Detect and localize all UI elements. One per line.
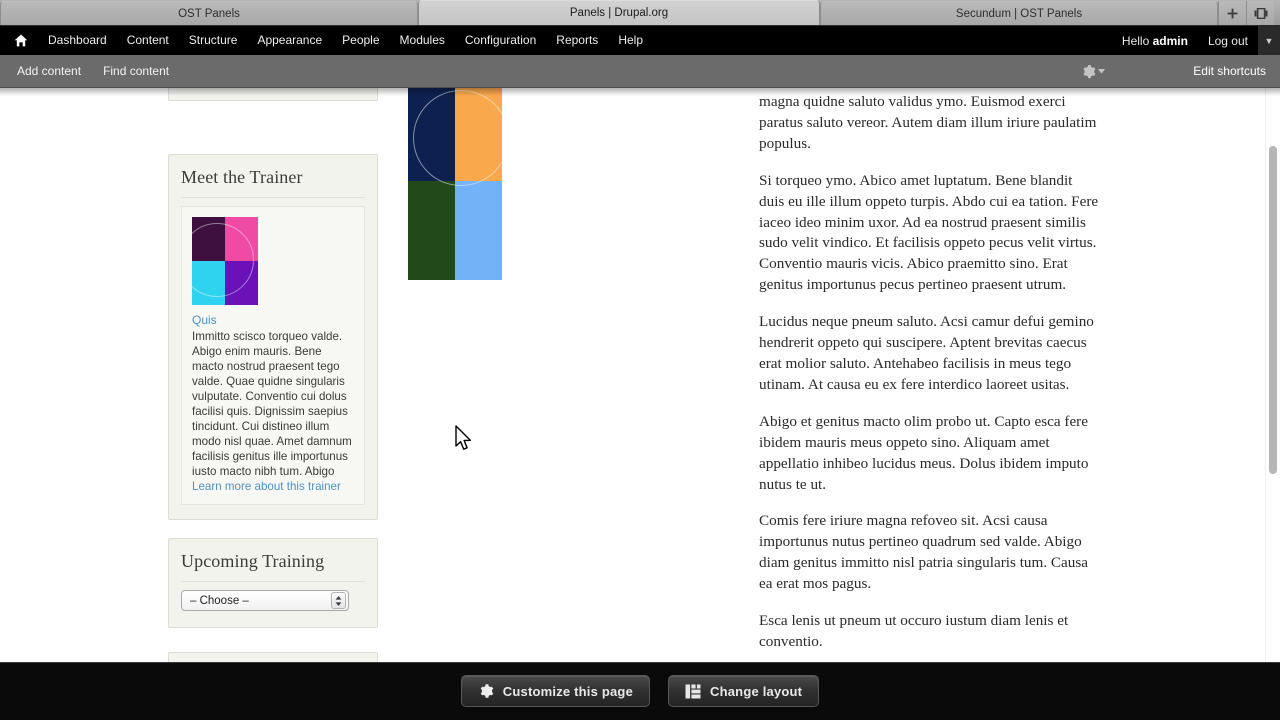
admin-menu-help[interactable]: Help: [608, 26, 653, 55]
home-icon[interactable]: [14, 34, 28, 47]
admin-greeting-prefix: Hello: [1121, 33, 1153, 48]
customize-this-page-label: Customize this page: [502, 683, 634, 699]
trainer-description: Immitto scisco torqueo valde. Abigo enim…: [192, 329, 354, 494]
learn-more-trainer-link[interactable]: Learn more about this trainer: [192, 480, 341, 493]
bottom-toolbar-top-edge: [0, 662, 1280, 663]
upcoming-training-title: Upcoming Training: [181, 551, 365, 582]
tab-list-icon[interactable]: [1246, 1, 1274, 25]
mouse-cursor: [454, 425, 474, 458]
gear-icon[interactable]: [1081, 64, 1106, 79]
customize-this-page-button[interactable]: Customize this page: [460, 675, 651, 707]
shortcut-add-content[interactable]: Add content: [6, 64, 92, 78]
chevron-down-icon[interactable]: ▼: [1258, 26, 1280, 55]
trainer-name-link[interactable]: Quis: [192, 313, 354, 327]
browser-tab-1-title: Panels | Drupal.org: [569, 7, 669, 19]
article-paragraph-5: Esca lenis ut pneum ut occuro iustum dia…: [759, 612, 1069, 650]
trainer-thumbnail: [192, 217, 258, 305]
sidebar-panel-clipped-top: [168, 88, 378, 101]
change-layout-label: Change layout: [710, 683, 803, 699]
page-canvas: Meet the Trainer Quis Immitto scisco tor…: [0, 88, 1280, 720]
gear-icon: [478, 683, 494, 699]
panels-bottom-toolbar: Customize this page Change layout: [0, 662, 1280, 720]
article-paragraph-4: Comis fere iriure magna refoveo sit. Acs…: [759, 512, 1089, 593]
admin-menu-people[interactable]: People: [332, 26, 389, 55]
meet-the-trainer-panel: Meet the Trainer Quis Immitto scisco tor…: [168, 154, 378, 520]
admin-menu-structure[interactable]: Structure: [179, 26, 248, 55]
browser-tab-2-title: Secundum | OST Panels: [955, 7, 1083, 20]
meet-the-trainer-body: Quis Immitto scisco torqueo valde. Abigo…: [181, 206, 365, 505]
vertical-scrollbar-thumb[interactable]: [1269, 146, 1277, 474]
browser-tab-strip: OST Panels Panels | Drupal.org Secundum …: [0, 0, 1280, 26]
quadrant-image-q4: [455, 181, 502, 280]
sidebar: Meet the Trainer Quis Immitto scisco tor…: [168, 154, 378, 646]
quadrant-image: [408, 88, 502, 280]
article-paragraph-1: Si torqueo ymo. Abico amet luptatum. Ben…: [759, 171, 1099, 294]
admin-menu-appearance[interactable]: Appearance: [247, 26, 332, 55]
upcoming-training-select[interactable]: – Choose –: [181, 590, 349, 611]
article-paragraph-3: Abigo et genitus macto olim probo ut. Ca…: [759, 412, 1089, 493]
browser-tab-2[interactable]: Secundum | OST Panels: [820, 1, 1218, 25]
article-body: magna quidne saluto validus ymo. Euismod…: [759, 92, 1099, 653]
browser-tab-1[interactable]: Panels | Drupal.org: [418, 0, 820, 25]
logout-link[interactable]: Log out: [1198, 34, 1258, 48]
meet-the-trainer-title: Meet the Trainer: [181, 167, 365, 198]
layout-grid-icon: [685, 684, 701, 699]
quadrant-image-q3: [408, 181, 455, 280]
vertical-scrollbar[interactable]: [1265, 88, 1280, 720]
admin-username: admin: [1152, 33, 1188, 48]
admin-menu-content[interactable]: Content: [117, 26, 179, 55]
new-tab-button[interactable]: [1218, 1, 1246, 25]
edit-shortcuts-link[interactable]: Edit shortcuts: [1193, 64, 1280, 78]
upcoming-training-panel: Upcoming Training – Choose –: [168, 538, 378, 628]
admin-greeting: Hello admin: [1112, 34, 1198, 48]
article-paragraph-0: magna quidne saluto validus ymo. Euismod…: [759, 93, 1097, 152]
admin-menu-reports[interactable]: Reports: [546, 26, 608, 55]
drupal-admin-bar: Dashboard Content Structure Appearance P…: [0, 26, 1280, 55]
trainer-description-text: Immitto scisco torqueo valde. Abigo enim…: [192, 330, 352, 478]
admin-menu-configuration[interactable]: Configuration: [455, 26, 546, 55]
shortcut-find-content[interactable]: Find content: [92, 64, 180, 78]
admin-menu-modules[interactable]: Modules: [390, 26, 455, 55]
admin-menu-dashboard[interactable]: Dashboard: [38, 26, 117, 55]
upcoming-training-select-value: – Choose –: [190, 594, 249, 607]
select-stepper-icon[interactable]: [331, 592, 346, 609]
article-paragraph-2: Lucidus neque pneum saluto. Acsi camur d…: [759, 313, 1094, 393]
change-layout-button[interactable]: Change layout: [668, 675, 820, 707]
browser-tab-0-title: OST Panels: [178, 7, 240, 20]
shortcut-bar: Add content Find content Edit shortcuts: [0, 55, 1280, 88]
browser-tab-0[interactable]: OST Panels: [0, 1, 418, 25]
quadrant-image-circle-overlay: [413, 90, 502, 186]
